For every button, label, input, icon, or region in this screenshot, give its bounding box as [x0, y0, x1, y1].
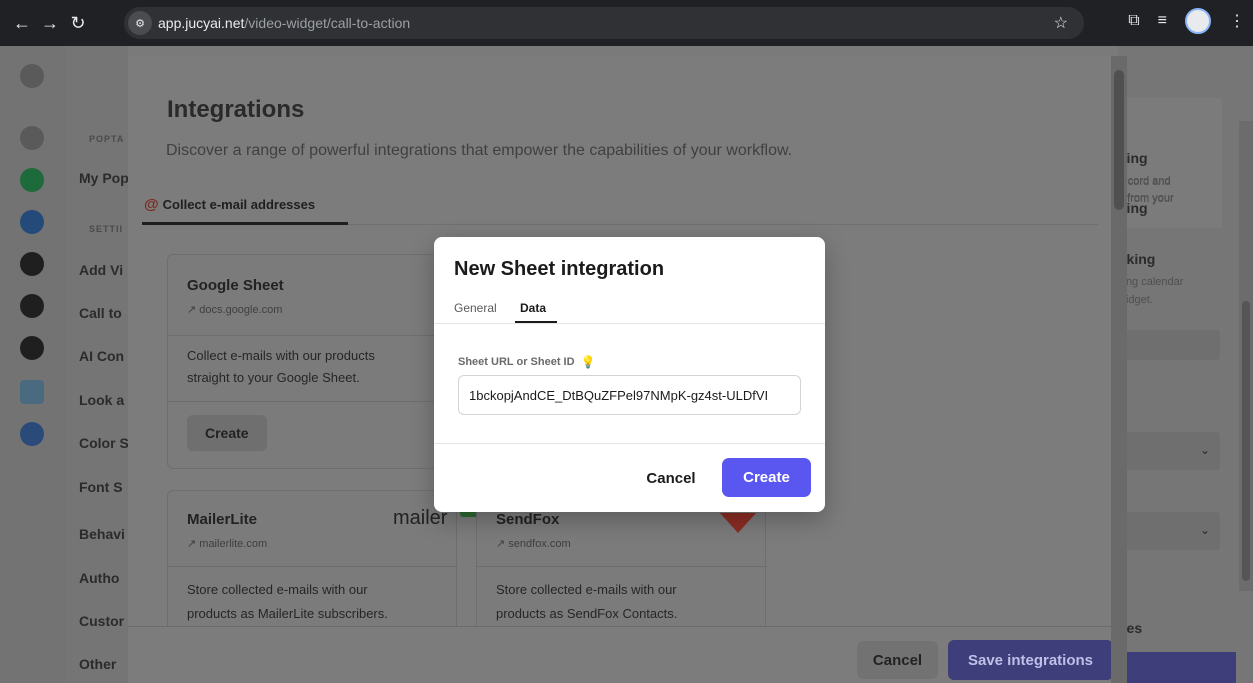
address-bar[interactable]: ⚙ app.jucyai.net/video-widget/call-to-ac… [124, 7, 1084, 39]
forward-icon[interactable]: → [36, 13, 64, 34]
sendfox-logo-icon [720, 513, 756, 533]
active-tab-indicator [142, 222, 348, 225]
card-desc-1: Collect e-mails with our products [187, 348, 375, 363]
card-name: SendFox [496, 511, 560, 528]
nav-section-popups: POPTA [89, 134, 125, 144]
nav-item-look-and-feel[interactable]: Look a [79, 392, 128, 408]
app-rail [0, 46, 66, 683]
sendfox-card: SendFox ↗ sendfox.com Store collected e-… [476, 490, 767, 640]
integrations-cancel-button[interactable]: Cancel [857, 641, 938, 679]
url-text[interactable]: app.jucyai.net/video-widget/call-to-acti… [158, 15, 410, 31]
card-desc-2: straight to your Google Sheet. [187, 370, 360, 385]
right-panel: ding record and o from your ding record … [1118, 46, 1253, 683]
profile-icon[interactable] [1185, 8, 1211, 34]
tab-label: Collect e-mail addresses [162, 197, 316, 212]
back-icon[interactable]: ← [8, 13, 36, 34]
google-sheet-card: Google Sheet ↗ docs.google.com Collect e… [167, 254, 476, 469]
nav-section-settings: SETTII [89, 224, 124, 234]
nav-item-add-video[interactable]: Add Vi [79, 262, 128, 278]
nav-item-color-scheme[interactable]: Color S [79, 435, 128, 451]
url-path: /video-widget/call-to-action [244, 15, 411, 31]
sheet-url-input[interactable] [458, 375, 801, 415]
browser-toolbar: ← → ↻ ⚙ app.jucyai.net/video-widget/call… [0, 0, 1253, 46]
chevron-down-icon: ⌄ [1199, 443, 1210, 457]
card-divider [168, 566, 458, 567]
user-avatar-icon[interactable] [20, 64, 44, 88]
dollar-icon[interactable] [20, 422, 44, 446]
integrations-scrollbar[interactable] [1111, 56, 1127, 683]
nav-item-ai-content[interactable]: AI Con [79, 348, 128, 364]
reload-icon[interactable]: ↻ [64, 13, 92, 34]
right-panel-button[interactable] [1118, 652, 1236, 683]
browser-actions: ⧉ ≡ ⋮ [1128, 8, 1245, 34]
card-name: MailerLite [187, 511, 258, 528]
left-nav: POPTA My Pop SETTII Add Vi Call to AI Co… [66, 46, 128, 683]
card-link[interactable]: ↗ docs.google.com [187, 303, 282, 316]
site-settings-icon[interactable]: ⚙ [128, 11, 152, 35]
new-sheet-dialog: New Sheet integration General Data Sheet… [434, 237, 825, 512]
tab-collect-email[interactable]: @ Collect e-mail addresses [144, 196, 315, 213]
app-icon-1[interactable] [20, 252, 44, 276]
card-link-text: sendfox.com [508, 538, 571, 550]
mailerlite-card: MailerLite mailer lite ↗ mailerlite.com … [167, 490, 486, 640]
integrations-title: Integrations [167, 96, 305, 123]
whatsapp-icon[interactable] [20, 168, 44, 192]
reading-list-icon[interactable]: ≡ [1158, 12, 1167, 30]
at-sign-icon: @ [144, 196, 159, 213]
scrollbar-thumb[interactable] [1242, 301, 1250, 581]
google-sheet-create-button[interactable]: Create [187, 415, 267, 451]
nav-item-call-to-action[interactable]: Call to [79, 305, 128, 321]
chevron-down-icon: ⌄ [1199, 523, 1210, 537]
card-desc-2: products as SendFox Contacts. [496, 606, 678, 621]
nav-item-other[interactable]: Other [79, 656, 128, 672]
app-icon-2[interactable] [20, 294, 44, 318]
extensions-icon[interactable]: ⧉ [1128, 12, 1139, 30]
card-divider [477, 566, 767, 567]
sheet-url-label-text: Sheet URL or Sheet ID [458, 356, 575, 368]
right-panel-select-2[interactable]: ⌄ [1118, 512, 1220, 550]
mascot-icon[interactable] [20, 380, 44, 404]
card-desc-2: products as MailerLite subscribers. [187, 606, 388, 621]
user-icon[interactable] [20, 126, 44, 150]
card-link[interactable]: ↗ mailerlite.com [187, 537, 267, 550]
tab-data[interactable]: Data [520, 301, 546, 315]
integrations-description: Discover a range of powerful integration… [166, 142, 793, 159]
lightbulb-icon[interactable]: 💡 [581, 355, 596, 369]
dialog-title: New Sheet integration [454, 258, 665, 280]
card-name: Google Sheet [187, 277, 284, 294]
nav-item-custom[interactable]: Custor [79, 613, 128, 629]
star-icon[interactable]: ☆ [1054, 13, 1068, 33]
card-link-text: mailerlite.com [199, 538, 268, 550]
nav-item-author[interactable]: Autho [79, 570, 128, 586]
nav-item-behavior[interactable]: Behavi [79, 526, 128, 542]
dialog-create-button[interactable]: Create [722, 458, 811, 497]
app-icon-3[interactable] [20, 336, 44, 360]
card-desc-1: Store collected e-mails with our [496, 582, 677, 597]
nav-item-font-settings[interactable]: Font S [79, 479, 128, 495]
right-panel-field[interactable] [1118, 330, 1220, 360]
save-integrations-button[interactable]: Save integrations [948, 640, 1113, 680]
card-link[interactable]: ↗ sendfox.com [496, 537, 571, 550]
dialog-footer-divider [434, 443, 825, 444]
card-desc-1: Store collected e-mails with our [187, 582, 368, 597]
card-divider [168, 401, 458, 402]
menu-icon[interactable]: ⋮ [1229, 11, 1245, 31]
card-divider [168, 335, 458, 336]
url-host: app.jucyai.net [158, 15, 245, 31]
right-panel-select-1[interactable]: ⌄ [1118, 432, 1220, 470]
integrations-footer: Cancel Save integrations [128, 626, 1113, 683]
sheet-url-label: Sheet URL or Sheet ID 💡 [458, 355, 596, 369]
nav-item-my-popups[interactable]: My Pop [79, 170, 128, 186]
scrollbar-thumb[interactable] [1114, 70, 1124, 210]
dialog-cancel-button[interactable]: Cancel [631, 459, 711, 497]
tab-general[interactable]: General [454, 301, 497, 315]
dialog-divider [434, 323, 825, 324]
facebook-icon[interactable] [20, 210, 44, 234]
page-scrollbar[interactable] [1239, 121, 1253, 591]
booking-text-1: king calendar [1118, 276, 1184, 288]
card-link-text: docs.google.com [199, 304, 283, 316]
